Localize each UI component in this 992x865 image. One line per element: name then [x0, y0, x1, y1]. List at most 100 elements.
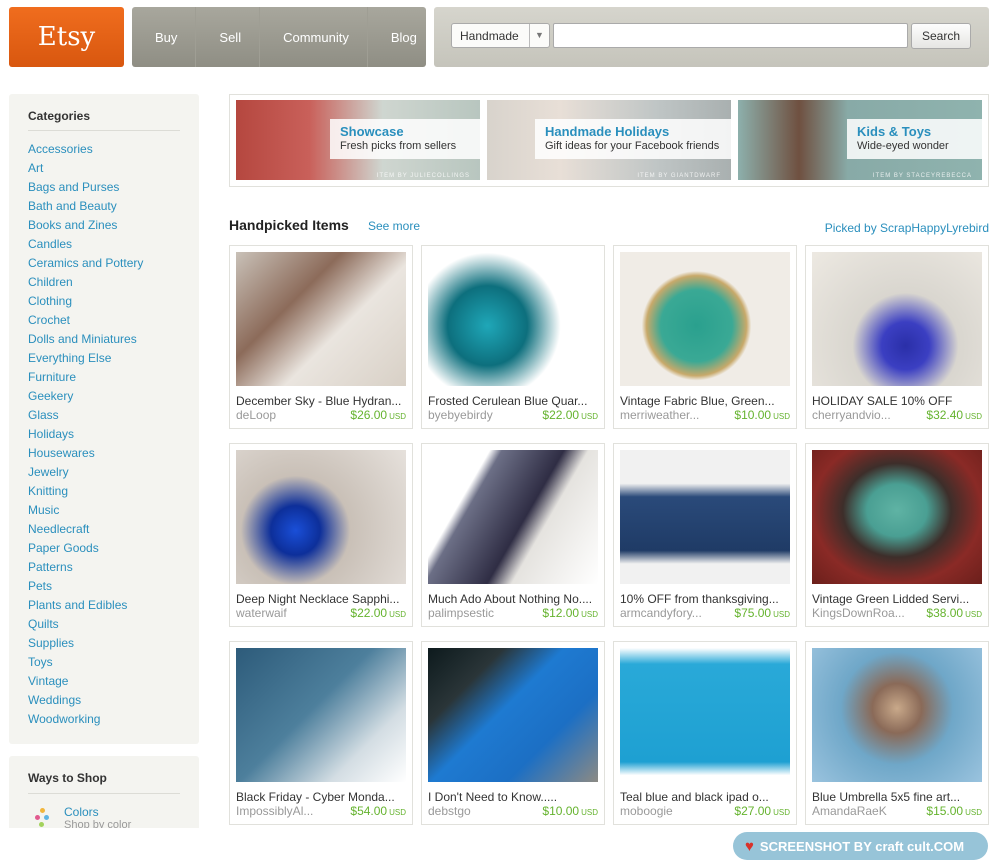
item-title[interactable]: I Don't Need to Know.....: [428, 790, 600, 804]
category-link[interactable]: Ceramics and Pottery: [28, 256, 143, 275]
price-currency: USD: [581, 610, 598, 619]
item-title[interactable]: Vintage Green Lidded Servi...: [812, 592, 984, 606]
category-link[interactable]: Housewares: [28, 446, 143, 465]
item-shop[interactable]: ImpossiblyAl...: [236, 804, 313, 818]
ways-to-shop-panel: Ways to Shop Colors Shop by color: [9, 756, 199, 828]
nav-blog[interactable]: Blog: [368, 7, 435, 67]
colors-link[interactable]: Colors: [64, 805, 99, 819]
item-card[interactable]: Deep Night Necklace Sapphi... waterwaif $2…: [229, 443, 413, 627]
etsy-logo[interactable]: Etsy: [9, 7, 124, 67]
category-link[interactable]: Geekery: [28, 389, 143, 408]
banner-handmade-holidays[interactable]: Handmade Holidays Gift ideas for your Fa…: [487, 100, 731, 180]
nav-sell[interactable]: Sell: [196, 7, 261, 67]
category-link[interactable]: Patterns: [28, 560, 143, 579]
item-card[interactable]: Frosted Cerulean Blue Quar... byebyebirdy…: [421, 245, 605, 429]
item-image[interactable]: [812, 450, 982, 584]
banner-showcase[interactable]: Showcase Fresh picks from sellers ITEM B…: [236, 100, 480, 180]
search-button[interactable]: Search: [911, 23, 971, 49]
item-card[interactable]: 10% OFF from thanksgiving... armcandyfory…: [613, 443, 797, 627]
category-link[interactable]: Candles: [28, 237, 143, 256]
item-card[interactable]: Black Friday - Cyber Monda... ImpossiblyA…: [229, 641, 413, 825]
item-title[interactable]: Blue Umbrella 5x5 fine art...: [812, 790, 984, 804]
item-title[interactable]: HOLIDAY SALE 10% OFF: [812, 394, 984, 408]
item-card[interactable]: HOLIDAY SALE 10% OFF cherryandvio... $32.4…: [805, 245, 989, 429]
category-link[interactable]: Weddings: [28, 693, 143, 712]
banner-kids-toys[interactable]: Kids & Toys Wide-eyed wonder ITEM BY STA…: [738, 100, 982, 180]
item-image[interactable]: [236, 252, 406, 386]
item-title[interactable]: Teal blue and black ipad o...: [620, 790, 792, 804]
price-value: $38.00: [926, 606, 964, 620]
item-card[interactable]: Vintage Green Lidded Servi... KingsDownRo…: [805, 443, 989, 627]
category-link[interactable]: Paper Goods: [28, 541, 143, 560]
item-card[interactable]: Teal blue and black ipad o... moboogie $27…: [613, 641, 797, 825]
category-link[interactable]: Everything Else: [28, 351, 143, 370]
picked-by-link[interactable]: Picked by ScrapHappyLyrebird: [825, 221, 989, 235]
category-link[interactable]: Bath and Beauty: [28, 199, 143, 218]
category-link[interactable]: Vintage: [28, 674, 143, 693]
category-link[interactable]: Pets: [28, 579, 143, 598]
item-title[interactable]: Much Ado About Nothing No....: [428, 592, 600, 606]
category-link[interactable]: Clothing: [28, 294, 143, 313]
item-title[interactable]: Vintage Fabric Blue, Green...: [620, 394, 792, 408]
category-link[interactable]: Woodworking: [28, 712, 143, 731]
item-image[interactable]: [428, 450, 598, 584]
category-link[interactable]: Bags and Purses: [28, 180, 143, 199]
item-card[interactable]: Vintage Fabric Blue, Green... merriweathe…: [613, 245, 797, 429]
category-link[interactable]: Books and Zines: [28, 218, 143, 237]
item-shop[interactable]: waterwaif: [236, 606, 287, 620]
item-image[interactable]: [812, 648, 982, 782]
see-more-link[interactable]: See more: [368, 219, 420, 233]
search-category-select[interactable]: Handmade ▼: [451, 23, 550, 48]
category-link[interactable]: Supplies: [28, 636, 143, 655]
item-image[interactable]: [620, 252, 790, 386]
item-title[interactable]: Frosted Cerulean Blue Quar...: [428, 394, 600, 408]
item-title[interactable]: Deep Night Necklace Sapphi...: [236, 592, 408, 606]
item-card[interactable]: I Don't Need to Know..... debstgo $10.00 US…: [421, 641, 605, 825]
nav-community[interactable]: Community: [260, 7, 368, 67]
category-link[interactable]: Children: [28, 275, 143, 294]
item-title[interactable]: 10% OFF from thanksgiving...: [620, 592, 792, 606]
category-link[interactable]: Music: [28, 503, 143, 522]
item-card[interactable]: Blue Umbrella 5x5 fine art... AmandaRaeK $…: [805, 641, 989, 825]
price-currency: USD: [389, 610, 406, 619]
category-link[interactable]: Knitting: [28, 484, 143, 503]
chevron-down-icon[interactable]: ▼: [529, 24, 549, 47]
item-shop[interactable]: KingsDownRoa...: [812, 606, 905, 620]
category-link[interactable]: Dolls and Miniatures: [28, 332, 143, 351]
category-link[interactable]: Furniture: [28, 370, 143, 389]
item-image[interactable]: [428, 648, 598, 782]
item-shop[interactable]: deLoop: [236, 408, 276, 422]
category-link[interactable]: Toys: [28, 655, 143, 674]
item-image[interactable]: [812, 252, 982, 386]
category-link[interactable]: Jewelry: [28, 465, 143, 484]
item-shop[interactable]: moboogie: [620, 804, 673, 818]
price-currency: USD: [965, 610, 982, 619]
nav-buy[interactable]: Buy: [132, 7, 197, 67]
category-link[interactable]: Quilts: [28, 617, 143, 636]
item-card[interactable]: Much Ado About Nothing No.... palimpsesti…: [421, 443, 605, 627]
item-image[interactable]: [236, 648, 406, 782]
item-image[interactable]: [620, 450, 790, 584]
item-shop[interactable]: merriweather...: [620, 408, 699, 422]
item-title[interactable]: Black Friday - Cyber Monda...: [236, 790, 408, 804]
search-input[interactable]: [553, 23, 908, 48]
item-shop[interactable]: byebyebirdy: [428, 408, 493, 422]
category-link[interactable]: Accessories: [28, 142, 143, 161]
category-link[interactable]: Plants and Edibles: [28, 598, 143, 617]
item-title[interactable]: December Sky - Blue Hydran...: [236, 394, 408, 408]
item-shop[interactable]: armcandyfory...: [620, 606, 702, 620]
item-card[interactable]: December Sky - Blue Hydran... deLoop $26.0…: [229, 245, 413, 429]
item-shop[interactable]: debstgo: [428, 804, 471, 818]
item-image[interactable]: [428, 252, 598, 386]
item-image[interactable]: [236, 450, 406, 584]
item-image[interactable]: [620, 648, 790, 782]
category-link[interactable]: Glass: [28, 408, 143, 427]
category-link[interactable]: Needlecraft: [28, 522, 143, 541]
item-shop[interactable]: cherryandvio...: [812, 408, 891, 422]
category-link[interactable]: Crochet: [28, 313, 143, 332]
item-shop[interactable]: palimpsestic: [428, 606, 494, 620]
item-shop[interactable]: AmandaRaeK: [812, 804, 887, 818]
category-link[interactable]: Holidays: [28, 427, 143, 446]
category-link[interactable]: Art: [28, 161, 143, 180]
watermark-text: SCREENSHOT BY craft cult.COM: [759, 838, 965, 854]
